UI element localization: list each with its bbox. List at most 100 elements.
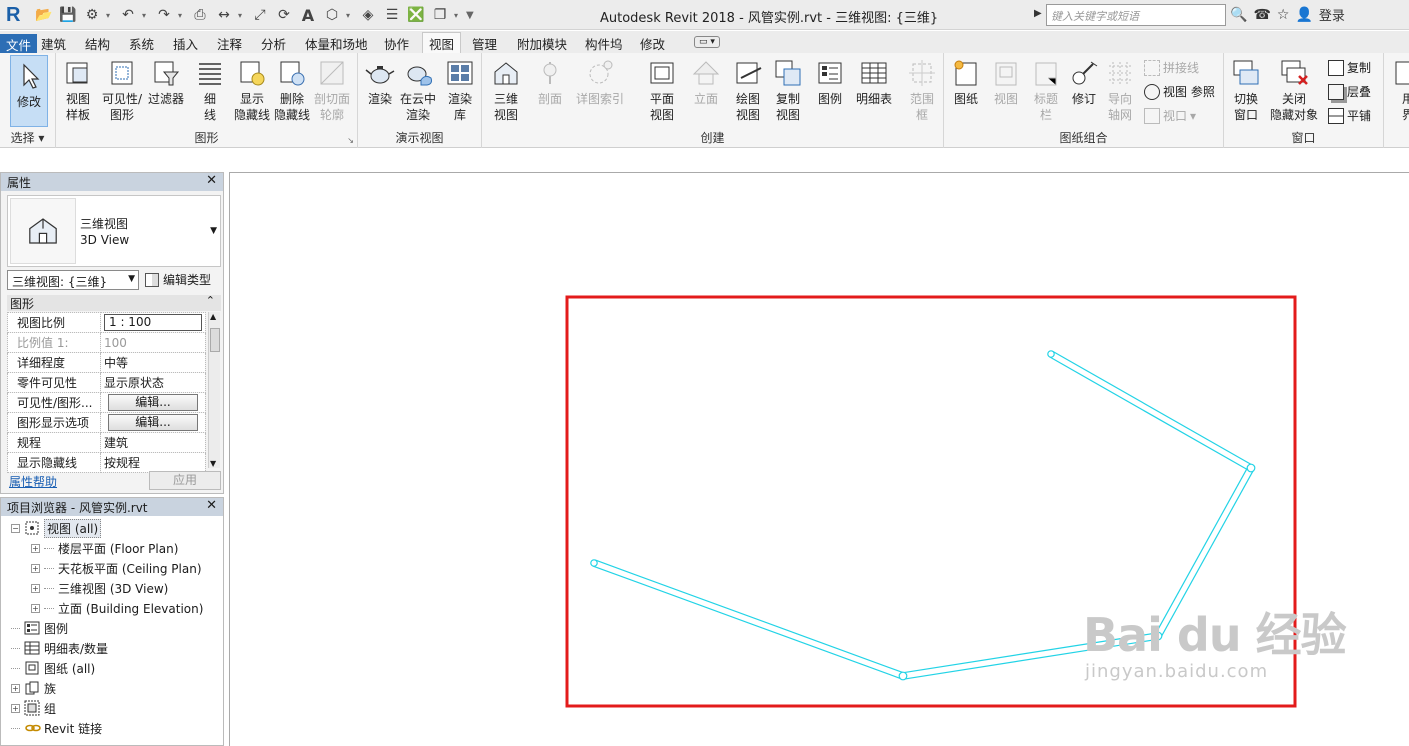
login-link[interactable]: 登录 <box>1319 5 1345 24</box>
scroll-thumb[interactable] <box>210 328 220 352</box>
properties-header[interactable]: 属性 ✕ <box>1 173 223 191</box>
property-row[interactable]: 可见性/图形... 编辑... <box>7 392 206 413</box>
duct-edge[interactable] <box>1049 356 1250 472</box>
tree-item[interactable]: + 组 <box>11 698 56 718</box>
tag-icon[interactable]: ⟳ <box>274 5 294 25</box>
tree-item[interactable]: − 视图 (all) <box>11 518 102 538</box>
close-icon[interactable]: ✕ <box>206 498 217 513</box>
tab-insert[interactable]: 插入 <box>173 34 198 53</box>
property-row[interactable]: 详细程度 中等 <box>7 352 206 373</box>
guide-grid-button[interactable]: 导向 轴网 <box>1104 57 1136 123</box>
duct-edge[interactable] <box>1052 350 1253 466</box>
group-graphics-header[interactable]: 图形 ⌃ <box>7 294 221 311</box>
sheet-button[interactable]: 图纸 <box>950 57 982 107</box>
cut-profile-button[interactable]: 剖切面 轮廓 <box>314 57 350 123</box>
tree-item[interactable]: Revit 链接 <box>11 718 102 738</box>
render-gallery-button[interactable]: 渲染 库 <box>444 57 476 123</box>
redo-icon[interactable]: ↷ <box>154 5 174 25</box>
open-icon[interactable]: 📂 <box>34 5 54 25</box>
property-value[interactable]: 建筑 <box>100 432 206 453</box>
chevron-down-icon[interactable]: ▾ <box>106 11 114 20</box>
plan-views-button[interactable]: 平面 视图 <box>646 57 678 123</box>
sync-icon[interactable]: ⚙ <box>82 5 102 25</box>
expand-icon[interactable]: + <box>31 603 40 613</box>
property-row[interactable]: 比例值 1: 100 <box>7 332 206 353</box>
property-value[interactable]: 按规程 <box>100 452 206 473</box>
revisions-button[interactable]: 修订 <box>1068 57 1100 107</box>
property-value[interactable]: 编辑... <box>100 392 206 413</box>
chevron-right-icon[interactable]: ▶ <box>1034 8 1042 19</box>
3d-view-button[interactable]: 三维 视图 <box>490 57 522 123</box>
property-value[interactable]: 显示原状态 <box>100 372 206 393</box>
view-button[interactable]: 视图 <box>990 57 1022 107</box>
chevron-down-icon[interactable]: ▾ <box>142 11 150 20</box>
drawing-area[interactable]: Bai du 经验 jingyan.baidu.com <box>229 172 1409 746</box>
ribbon-minimize-icon[interactable]: ▭ ▾ <box>694 36 720 48</box>
scope-box-button[interactable]: 范围 框 <box>906 57 938 123</box>
panel-select-title[interactable]: 选择 ▾ <box>0 129 55 146</box>
legends-button[interactable]: 图例 <box>814 57 846 107</box>
duct-end[interactable] <box>590 559 598 567</box>
expand-icon[interactable]: + <box>11 683 20 693</box>
remove-hidden-lines-button[interactable]: 删除 隐藏线 <box>274 57 310 123</box>
tree-item[interactable]: 图例 <box>11 618 68 638</box>
property-row[interactable]: 规程 建筑 <box>7 432 206 453</box>
duct-fitting[interactable] <box>898 671 908 681</box>
tile-button[interactable]: 平铺 <box>1328 107 1371 124</box>
save-icon[interactable]: 💾 <box>58 5 78 25</box>
type-selector[interactable]: 三维视图 3D View ▼ <box>7 195 221 267</box>
properties-help-link[interactable]: 属性帮助 <box>9 473 57 490</box>
tree-item[interactable]: + 三维视图 (3D View) <box>31 578 168 598</box>
section-button[interactable]: 剖面 <box>534 57 566 107</box>
cascade-button[interactable]: 层叠 <box>1328 83 1371 100</box>
replicate-button[interactable]: 复制 <box>1328 59 1371 76</box>
chevron-down-icon[interactable]: ▾ <box>346 11 354 20</box>
binoculars-icon[interactable]: 🔍 <box>1230 7 1247 23</box>
tab-massing-site[interactable]: 体量和场地 <box>305 34 368 53</box>
tree-item[interactable]: + 楼层平面 (Floor Plan) <box>31 538 178 558</box>
search-input[interactable]: 键入关键字或短语 <box>1046 4 1226 26</box>
filters-button[interactable]: 过滤器 <box>148 57 184 107</box>
view-scale-input[interactable]: 1 : 100 <box>104 314 202 331</box>
duct-edge[interactable] <box>592 565 903 680</box>
user-interface-button[interactable]: 用 界 <box>1392 57 1409 123</box>
customize-qat-icon[interactable]: ▼ <box>466 10 474 21</box>
properties-scrollbar[interactable]: ▲ ▼ <box>208 312 220 468</box>
close-hidden-button[interactable]: 关闭 隐藏对象 <box>1270 57 1318 123</box>
expand-icon[interactable]: + <box>31 543 40 553</box>
chevron-down-icon[interactable]: ▼ <box>210 226 217 236</box>
tab-component-dock[interactable]: 构件坞 <box>585 34 623 53</box>
tab-structure[interactable]: 结构 <box>85 34 110 53</box>
switch-windows-button[interactable]: 切换 窗口 <box>1230 57 1262 123</box>
expand-icon[interactable]: + <box>11 703 20 713</box>
duct-fitting[interactable] <box>1246 463 1256 473</box>
chevron-down-icon[interactable]: ▾ <box>454 11 462 20</box>
default-3d-view-icon[interactable]: ⬡ <box>322 5 342 25</box>
switch-windows-icon[interactable]: ❐ <box>430 5 450 25</box>
drafting-view-button[interactable]: 绘图 视图 <box>732 57 764 123</box>
text-icon[interactable]: A <box>298 5 318 25</box>
tree-item[interactable]: 明细表/数量 <box>11 638 108 658</box>
viewports-button[interactable]: 视口 ▾ <box>1144 107 1196 124</box>
render-in-cloud-button[interactable]: 在云中 渲染 <box>400 57 436 123</box>
tree-item[interactable]: + 立面 (Building Elevation) <box>31 598 203 618</box>
property-row[interactable]: 图形显示选项 编辑... <box>7 412 206 433</box>
matchline-button[interactable]: 拼接线 <box>1144 59 1199 76</box>
dialog-launcher-icon[interactable]: ↘ <box>347 136 354 145</box>
close-icon[interactable]: ✕ <box>206 173 217 188</box>
elevation-button[interactable]: 立面 <box>690 57 722 107</box>
property-row[interactable]: 显示隐藏线 按规程 <box>7 452 206 473</box>
thin-lines-button[interactable]: 细 线 <box>194 57 226 123</box>
edit-type-button[interactable]: 编辑类型 <box>145 271 211 288</box>
duct-end[interactable] <box>1047 350 1055 358</box>
visibility-graphics-button[interactable]: 可见性/ 图形 <box>102 57 142 123</box>
edit-button[interactable]: 编辑... <box>108 394 198 411</box>
revit-logo-icon[interactable]: R <box>6 4 26 26</box>
user-icon[interactable]: 👤 <box>1295 7 1312 23</box>
modify-button[interactable]: 修改 <box>10 55 48 127</box>
section-icon[interactable]: ◈ <box>358 5 378 25</box>
property-value[interactable]: 中等 <box>100 352 206 373</box>
expand-icon[interactable]: + <box>31 563 40 573</box>
thin-lines-icon[interactable]: ☰ <box>382 5 402 25</box>
property-row[interactable]: 零件可见性 显示原状态 <box>7 372 206 393</box>
